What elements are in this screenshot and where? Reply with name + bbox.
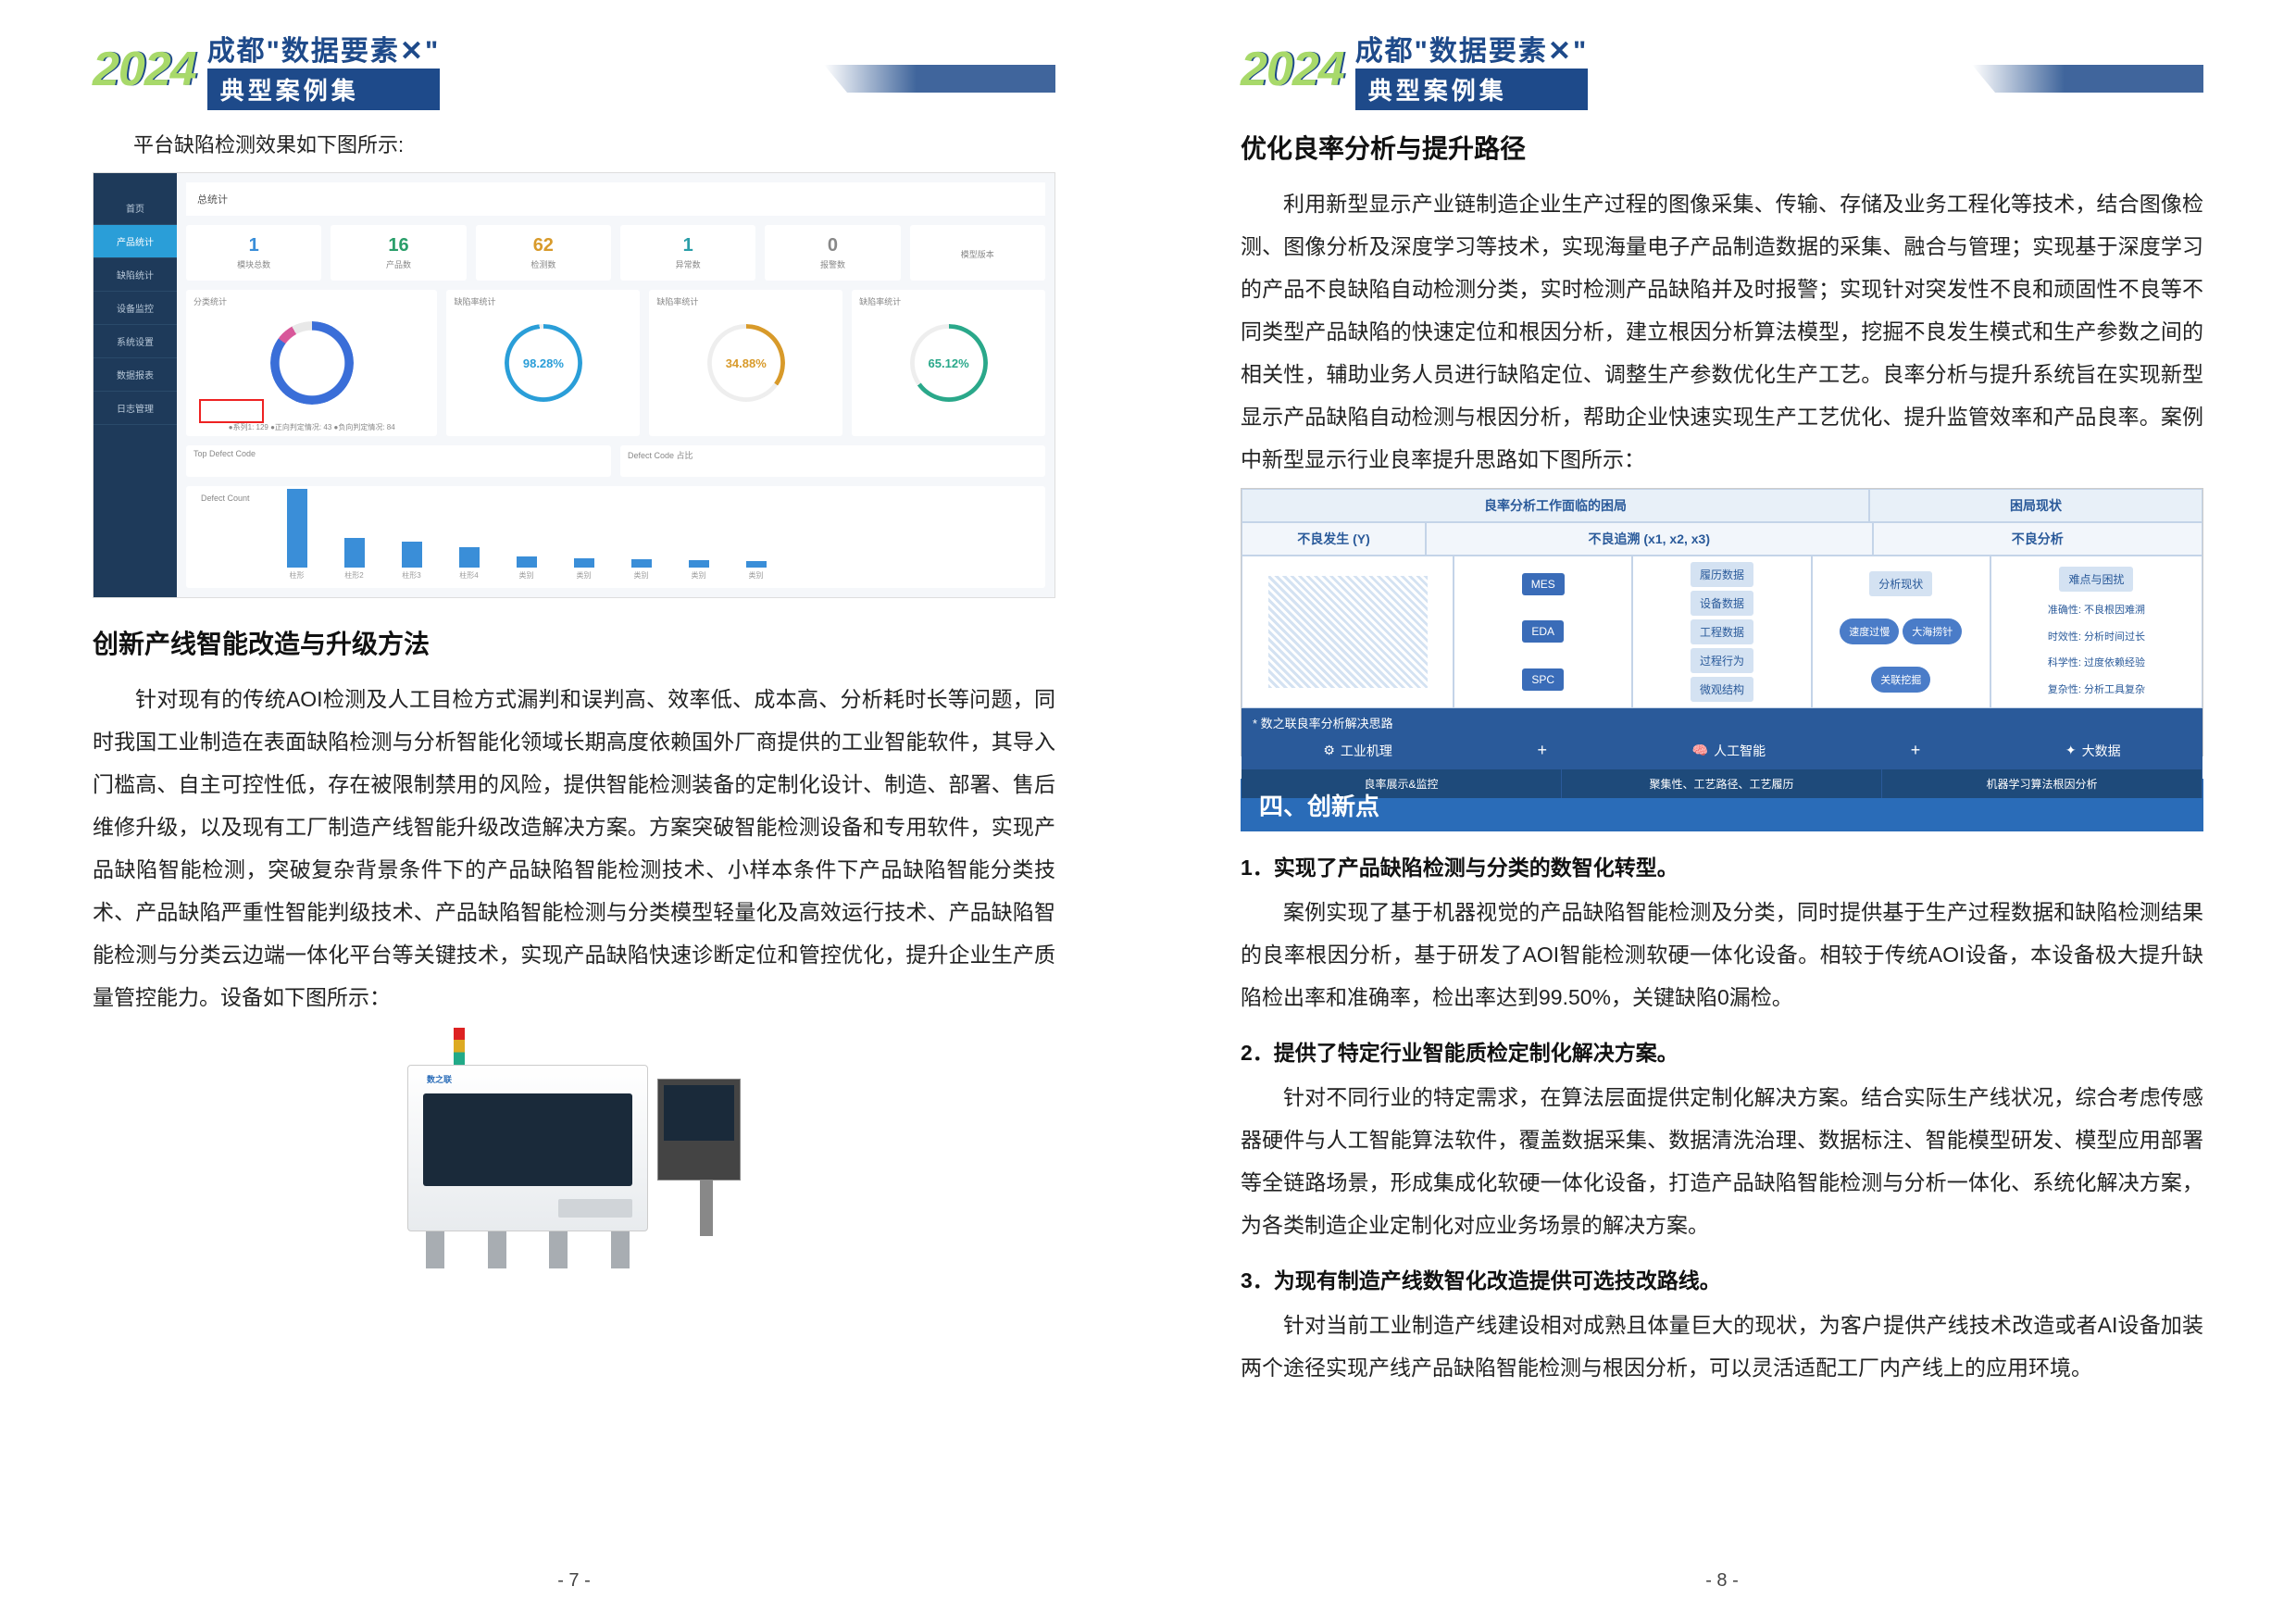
sidebar-item: 缺陷统计 [94, 258, 177, 292]
page-number: - 8 - [1148, 1570, 2296, 1592]
figure-caption: 平台缺陷检测效果如下图所示: [93, 129, 1055, 161]
page-number: - 7 - [0, 1570, 1148, 1592]
sidebar-item: 首页 [94, 192, 177, 225]
gauge-block: 缺陷率统计 34.88% [649, 290, 842, 436]
donut-block: 分类统计 ●系列1: 129 ●正向判定情况: 43 ●负向判定情况: 84 [186, 290, 437, 436]
plus-icon: + [1538, 741, 1548, 760]
dashboard-screenshot: 首页 产品统计 缺陷统计 设备监控 系统设置 数据报表 日志管理 总统计 1模块… [93, 172, 1055, 598]
bar-chart: Defect Count 柱形 柱形2 柱形3 柱形4 类别 类别 类别 类别 … [186, 486, 1045, 588]
flow-subheader: 不良分析 [1873, 522, 2203, 556]
list-block: Top Defect Code [186, 445, 611, 477]
flow-col-data: 履历数据 设备数据 工程数据 过程行为 微观结构 [1632, 556, 1811, 708]
header-title-bottom: 典型案例集 [207, 69, 441, 110]
dashboard-main: 总统计 1模块总数 16产品数 62检测数 1异常数 0报警数 模型版本 分类统… [177, 173, 1054, 597]
body-paragraph: 案例实现了基于机器视觉的产品缺陷智能检测及分类，同时提供基于生产过程数据和缺陷检… [1241, 891, 2203, 1018]
plus-icon: + [1911, 741, 1921, 760]
flow-subheader: 不良发生 (Y) [1242, 522, 1426, 556]
gauge-block: 缺陷率统计 65.12% [852, 290, 1045, 436]
flow-header: 困局现状 [1869, 489, 2202, 522]
flow-col-analysis: 分析现状 速度过慢 大海捞针 关联挖掘 [1812, 556, 1990, 708]
sidebar-item: 系统设置 [94, 325, 177, 358]
solution-title: * 数之联良率分析解决思路 [1242, 708, 2202, 737]
brain-icon: 🧠 人工智能 [1692, 742, 1766, 760]
equipment-figure: 数之联 [93, 1028, 1055, 1287]
page-left: 2024 成都"数据要素✕" 典型案例集 平台缺陷检测效果如下图所示: 首页 产… [0, 0, 1148, 1624]
panel-texture-icon [1268, 576, 1428, 688]
gauge-row: 分类统计 ●系列1: 129 ●正向判定情况: 43 ●负向判定情况: 84 缺… [186, 290, 1045, 436]
list-block: Defect Code 占比 [620, 445, 1045, 477]
header-title-top: 成都"数据要素✕" [1355, 28, 1589, 69]
year-badge: 2024 [1241, 42, 1344, 97]
gauge-block: 缺陷率统计 98.28% [446, 290, 640, 436]
page-right: 2024 成都"数据要素✕" 典型案例集 优化良率分析与提升路径 利用新型显示产… [1148, 0, 2296, 1624]
year-badge: 2024 [93, 42, 196, 97]
highlight-box [199, 399, 264, 423]
flow-col-image [1242, 556, 1454, 708]
point-heading: 2．提供了特定行业智能质检定制化解决方案。 [1241, 1035, 2203, 1067]
stat-card: 62检测数 [476, 225, 611, 281]
stat-row: 1模块总数 16产品数 62检测数 1异常数 0报警数 模型版本 [186, 225, 1045, 281]
solution-step: 机器学习算法根因分析 [1882, 769, 2202, 798]
header-decoration [1972, 65, 2203, 93]
donut-chart-icon [270, 321, 354, 405]
stat-card: 模型版本 [910, 225, 1045, 281]
stat-card: 16产品数 [331, 225, 466, 281]
flow-header: 良率分析工作面临的困局 [1242, 489, 1869, 522]
sidebar-item: 日志管理 [94, 392, 177, 425]
signal-tower-icon [454, 1028, 465, 1065]
sidebar-item: 产品统计 [94, 225, 177, 258]
machine-panel [558, 1199, 632, 1218]
gear-icon: ⚙ 工业机理 [1323, 742, 1392, 760]
network-icon: ✦ 大数据 [2065, 742, 2121, 760]
chart-legend: ●系列1: 129 ●正向判定情况: 43 ●负向判定情况: 84 [186, 422, 437, 432]
body-paragraph: 针对现有的传统AOI检测及人工目检方式漏判和误判高、效率低、成本高、分析耗时长等… [93, 678, 1055, 1018]
sidebar-item: 设备监控 [94, 292, 177, 325]
machine-brand: 数之联 [427, 1073, 452, 1085]
flow-col-systems: MES EDA SPC [1454, 556, 1632, 708]
stat-card: 1模块总数 [186, 225, 321, 281]
point-heading: 3．为现有制造产线数智化改造提供可选技改路线。 [1241, 1263, 2203, 1294]
monitor-arm [700, 1181, 713, 1236]
section-heading: 优化良率分析与提升路径 [1241, 129, 2203, 166]
dashboard-topbar: 总统计 [186, 182, 1045, 216]
solution-step: 聚集性、工艺路径、工艺履历 [1562, 769, 1882, 798]
dashboard-sidebar: 首页 产品统计 缺陷统计 设备监控 系统设置 数据报表 日志管理 [94, 173, 177, 597]
body-paragraph: 针对不同行业的特定需求，在算法层面提供定制化解决方案。结合实际生产线状况，综合考… [1241, 1076, 2203, 1246]
section-heading: 创新产线智能改造与升级方法 [93, 624, 1055, 661]
flow-diagram: 良率分析工作面临的困局 困局现状 不良发生 (Y) 不良追溯 (x1, x2, … [1241, 488, 2203, 756]
sidebar-item: 数据报表 [94, 358, 177, 392]
stat-card: 0报警数 [765, 225, 900, 281]
machine-window [423, 1093, 632, 1186]
header-title-top: 成都"数据要素✕" [207, 28, 441, 69]
flow-col-pain: 难点与困扰 准确性: 不良根因难溯 时效性: 分析时间过长 科学性: 过度依赖经… [1990, 556, 2202, 708]
machine-body: 数之联 [407, 1065, 648, 1231]
header-title-bottom: 典型案例集 [1355, 69, 1589, 110]
body-paragraph: 利用新型显示产业链制造企业生产过程的图像采集、传输、存储及业务工程化等技术，结合… [1241, 182, 2203, 481]
body-paragraph: 针对当前工业制造产线建设相对成熟且体量巨大的现状，为客户提供产线技术改造或者AI… [1241, 1304, 2203, 1389]
header-decoration [824, 65, 1055, 93]
datalist-row: Top Defect Code Defect Code 占比 [186, 445, 1045, 477]
point-heading: 1．实现了产品缺陷检测与分类的数智化转型。 [1241, 850, 2203, 881]
machine-monitor [657, 1079, 741, 1181]
flow-subheader: 不良追溯 (x1, x2, x3) [1426, 522, 1873, 556]
stat-card: 1异常数 [620, 225, 755, 281]
